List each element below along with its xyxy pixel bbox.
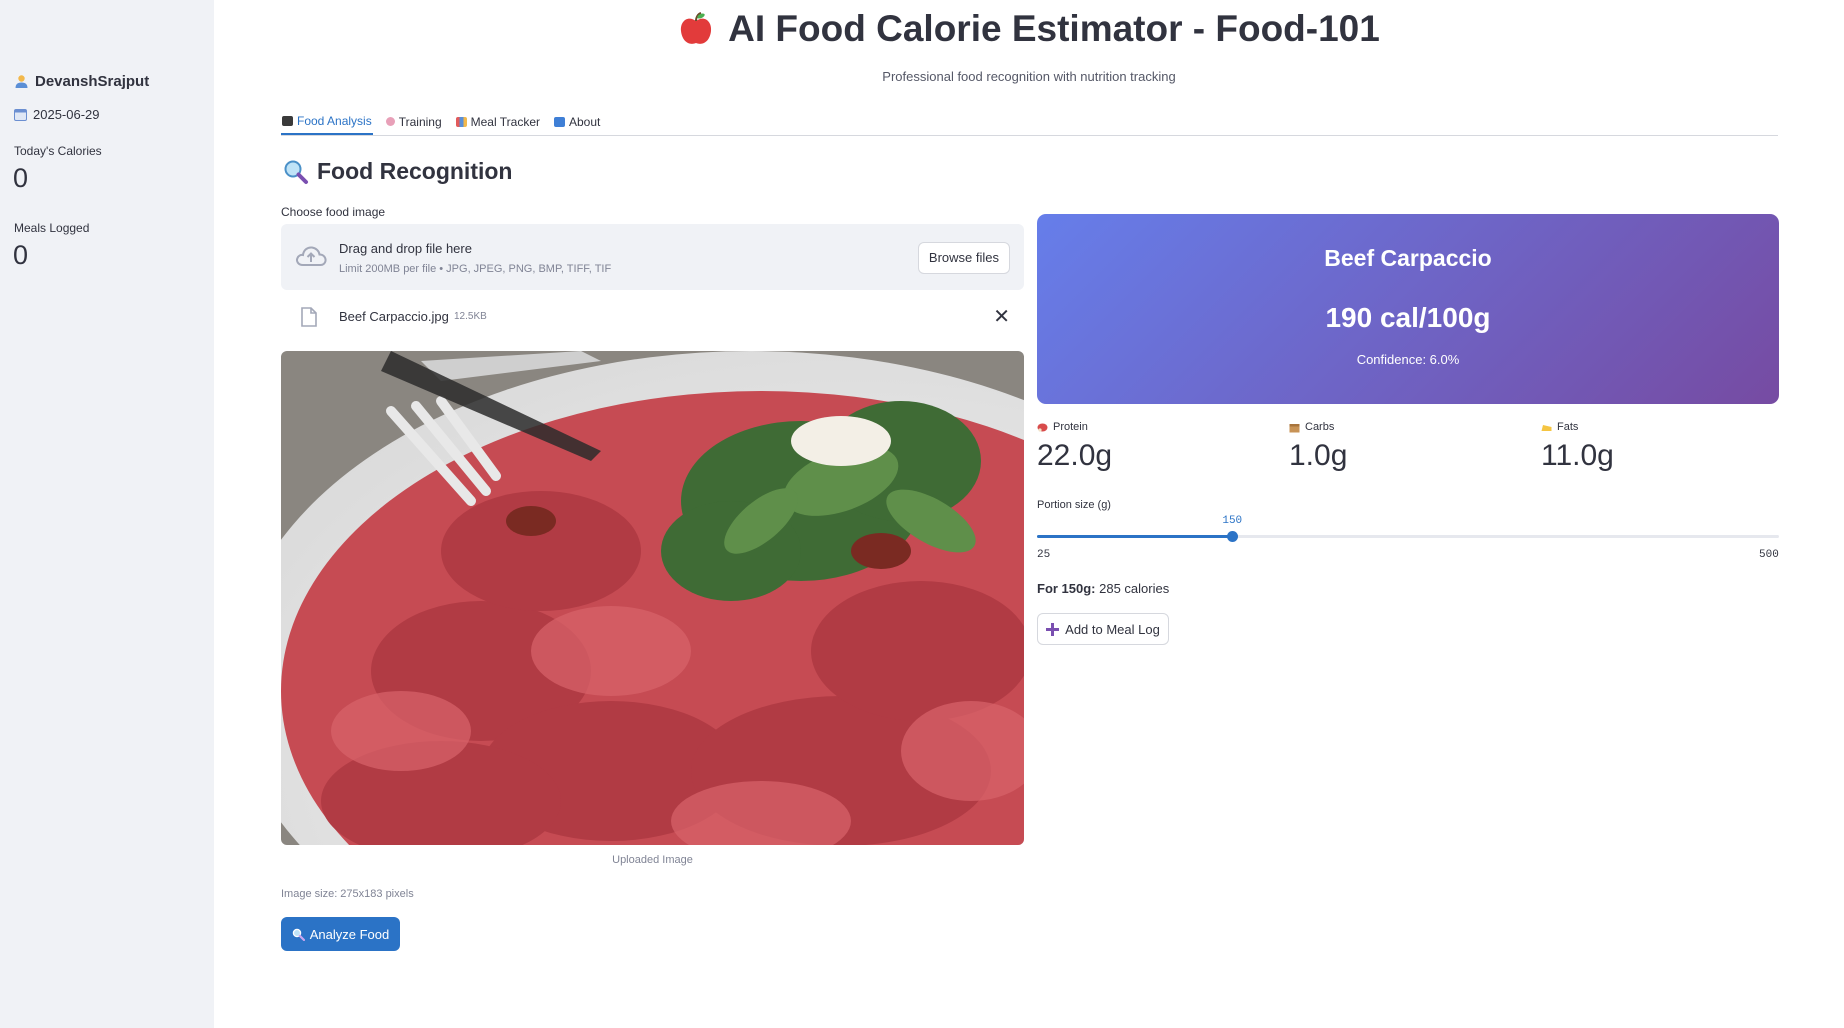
page-title: AI Food Calorie Estimator - Food-101	[214, 8, 1844, 50]
calendar-icon	[14, 109, 27, 121]
tab-label: About	[569, 114, 601, 129]
plus-icon	[1046, 622, 1060, 636]
image-size-text: Image size: 275x183 pixels	[281, 888, 414, 900]
tab-training[interactable]: Training	[385, 108, 443, 135]
slider-max: 500	[1759, 549, 1779, 561]
slider-thumb[interactable]	[1227, 531, 1239, 542]
uploaded-food-image	[281, 351, 1024, 845]
bar-chart-icon	[455, 116, 467, 127]
info-icon	[554, 116, 565, 127]
file-name: Beef Carpaccio.jpg	[339, 309, 449, 324]
browse-files-button[interactable]: Browse files	[917, 242, 1010, 274]
todays-calories-value: 0	[13, 163, 29, 193]
meals-logged-label: Meals Logged	[14, 221, 90, 235]
dropzone-limit: Limit 200MB per file • JPG, JPEG, PNG, B…	[339, 263, 612, 275]
meals-logged-value: 0	[13, 240, 29, 270]
date-text: 2025-06-29	[33, 107, 100, 122]
add-to-meal-log-button[interactable]: Add to Meal Log	[1037, 613, 1169, 645]
sidebar-user: DevanshSrajput	[14, 73, 149, 90]
tab-bar: Food Analysis Training Meal Tracker Abou…	[281, 108, 1778, 136]
tab-meal-tracker[interactable]: Meal Tracker	[455, 108, 541, 135]
brain-icon	[385, 117, 395, 126]
image-caption: Uploaded Image	[612, 854, 693, 866]
macro-protein: Protein 22.0g	[1037, 421, 1112, 473]
macro-label: Carbs	[1305, 421, 1335, 433]
macro-value: 22.0g	[1037, 439, 1113, 472]
portion-result-bold: For 150g:	[1037, 581, 1096, 596]
slider-min: 25	[1037, 549, 1051, 561]
section-title-text: Food Recognition	[317, 158, 513, 184]
portion-result-text: 285 calories	[1095, 581, 1170, 596]
tab-food-analysis[interactable]: Food Analysis	[281, 108, 373, 135]
magnifier-icon	[284, 160, 308, 184]
analyze-food-label: Analyze Food	[309, 926, 390, 942]
box-icon	[1289, 423, 1300, 432]
todays-calories-label: Today's Calories	[14, 144, 102, 158]
tab-label: Food Analysis	[297, 113, 372, 128]
tab-label: Training	[398, 114, 442, 129]
confidence-text: Confidence: 6.0%	[1356, 352, 1460, 367]
magnifier-icon	[292, 928, 305, 941]
remove-file-icon[interactable]: ✕	[993, 304, 1010, 329]
predicted-food-name: Beef Carpaccio	[1324, 245, 1492, 271]
main-content: AI Food Calorie Estimator - Food-101 Pro…	[214, 0, 1844, 1028]
file-icon	[301, 307, 317, 327]
portion-size-label: Portion size (g)	[1037, 499, 1111, 511]
cheese-icon	[1541, 424, 1552, 431]
sidebar-date: 2025-06-29	[14, 107, 100, 122]
portion-slider[interactable]	[1037, 531, 1779, 542]
dropzone-title: Drag and drop file here	[339, 241, 472, 256]
macro-value: 1.0g	[1289, 439, 1348, 472]
slider-fill	[1037, 535, 1233, 538]
add-to-meal-log-label: Add to Meal Log	[1065, 621, 1160, 637]
uploaded-file-row: Beef Carpaccio.jpg 12.5KB ✕	[281, 302, 1024, 332]
result-card: Beef Carpaccio 190 cal/100g Confidence: …	[1037, 214, 1779, 404]
section-title: Food Recognition	[283, 158, 512, 185]
macro-carbs: Carbs 1.0g	[1289, 421, 1347, 473]
page-title-text: AI Food Calorie Estimator - Food-101	[728, 8, 1380, 49]
sidebar: DevanshSrajput 2025-06-29 Today's Calori…	[0, 0, 214, 1028]
macro-fats: Fats 11.0g	[1541, 421, 1614, 473]
page-subtitle: Professional food recognition with nutri…	[882, 69, 1176, 84]
tab-about[interactable]: About	[553, 108, 601, 135]
analyze-food-button[interactable]: Analyze Food	[281, 917, 400, 951]
meat-icon	[1037, 423, 1048, 432]
username: DevanshSrajput	[35, 73, 150, 90]
user-icon	[15, 75, 28, 88]
cloud-upload-icon	[296, 246, 327, 266]
macro-label: Protein	[1053, 421, 1088, 433]
macro-label: Fats	[1557, 421, 1579, 433]
slider-current-value: 150	[1222, 515, 1243, 527]
portion-calories-result: For 150g: 285 calories	[1037, 581, 1169, 596]
upload-label: Choose food image	[281, 205, 386, 219]
file-size: 12.5KB	[454, 311, 487, 322]
tab-label: Meal Tracker	[470, 114, 540, 129]
calories-per-100g: 190 cal/100g	[1325, 302, 1491, 333]
macro-value: 11.0g	[1541, 439, 1614, 472]
apple-icon	[681, 12, 712, 44]
file-dropzone[interactable]: Drag and drop file here Limit 200MB per …	[281, 224, 1024, 290]
camera-icon	[282, 115, 293, 126]
